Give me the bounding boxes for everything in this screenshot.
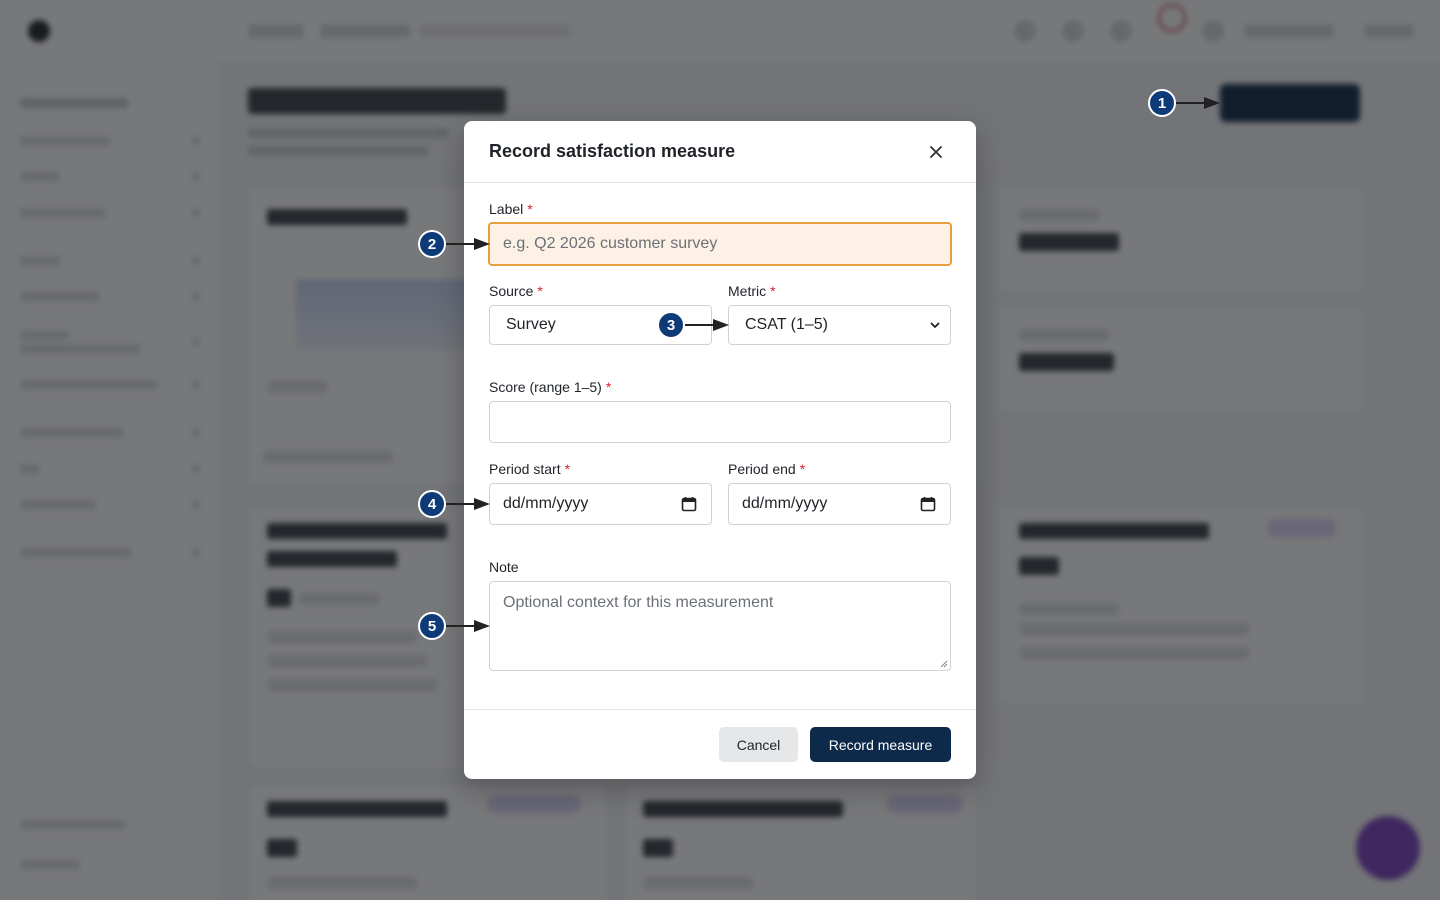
arrow-icon [446, 619, 490, 633]
chevron-down-icon [930, 322, 940, 328]
cancel-button[interactable]: Cancel [719, 727, 798, 762]
score-input[interactable] [489, 401, 951, 443]
note-placeholder: Optional context for this measurement [503, 594, 774, 611]
calendar-icon[interactable] [920, 496, 936, 512]
arrow-icon [446, 497, 490, 511]
resize-handle-icon[interactable] [940, 660, 948, 668]
note-textarea[interactable]: Optional context for this measurement [489, 581, 951, 671]
dialog-footer: Cancel Record measure [464, 709, 976, 779]
arrow-icon [446, 237, 490, 251]
source-field-label: Source * [489, 283, 543, 299]
period-start-value: dd/mm/yyyy [503, 495, 589, 512]
record-measure-dialog: Record satisfaction measure Label* Sourc… [464, 121, 976, 779]
arrow-icon [1176, 96, 1220, 110]
callout-badge: 5 [418, 612, 446, 640]
note-field-label: Note [489, 559, 519, 575]
calendar-icon[interactable] [681, 496, 697, 512]
arrow-icon [685, 318, 729, 332]
period-end-input[interactable]: dd/mm/yyyy [728, 483, 951, 525]
period-end-label: Period end * [728, 461, 805, 477]
required-marker: * [537, 283, 543, 299]
period-start-input[interactable]: dd/mm/yyyy [489, 483, 712, 525]
label-field-label: Label * [489, 201, 533, 217]
label-field-label-text: Label [489, 201, 524, 217]
required-marker: * [799, 461, 806, 477]
callout-badge: 4 [418, 490, 446, 518]
callout-badge: 3 [657, 311, 685, 339]
required-marker: * [605, 379, 612, 395]
label-input[interactable] [488, 222, 952, 266]
callout-badge: 1 [1148, 89, 1176, 117]
dialog-title: Record satisfaction measure [489, 141, 736, 161]
close-button[interactable] [925, 141, 947, 163]
period-end-value: dd/mm/yyyy [742, 495, 828, 512]
period-start-label-text: Period start [489, 461, 561, 477]
required-marker: * [564, 461, 571, 477]
metric-select[interactable]: CSAT (1–5) [728, 305, 951, 345]
period-start-label: Period start * [489, 461, 570, 477]
period-end-label-text: Period end [728, 461, 796, 477]
metric-field-label-text: Metric [728, 283, 767, 299]
metric-select-value: CSAT (1–5) [745, 316, 828, 333]
required-marker: * [770, 283, 776, 299]
score-field-label: Score (range 1–5) * [489, 379, 611, 395]
close-icon [930, 146, 942, 158]
callout-badge: 2 [418, 230, 446, 258]
dialog-header: Record satisfaction measure [464, 121, 976, 183]
record-measure-button[interactable]: Record measure [810, 727, 951, 762]
source-select-value: Survey [506, 316, 556, 333]
required-marker: * [527, 201, 533, 217]
source-field-label-text: Source [489, 283, 534, 299]
metric-field-label: Metric * [728, 283, 776, 299]
score-field-label-text: Score (range 1–5) [489, 379, 602, 395]
